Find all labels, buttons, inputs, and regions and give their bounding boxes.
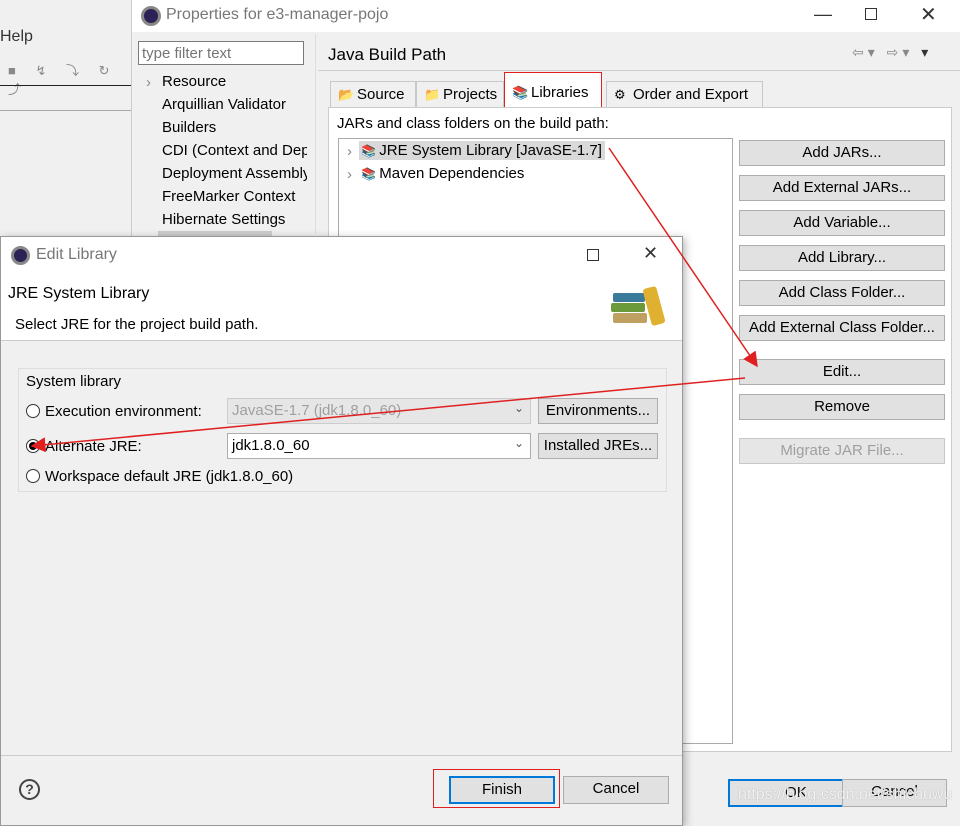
arrow-to-edit bbox=[608, 147, 758, 368]
watermark: https://blog.csdn.net/shichuwu bbox=[738, 786, 953, 803]
arrow-to-alternate-jre bbox=[30, 377, 746, 453]
annotation-arrows bbox=[30, 147, 758, 453]
